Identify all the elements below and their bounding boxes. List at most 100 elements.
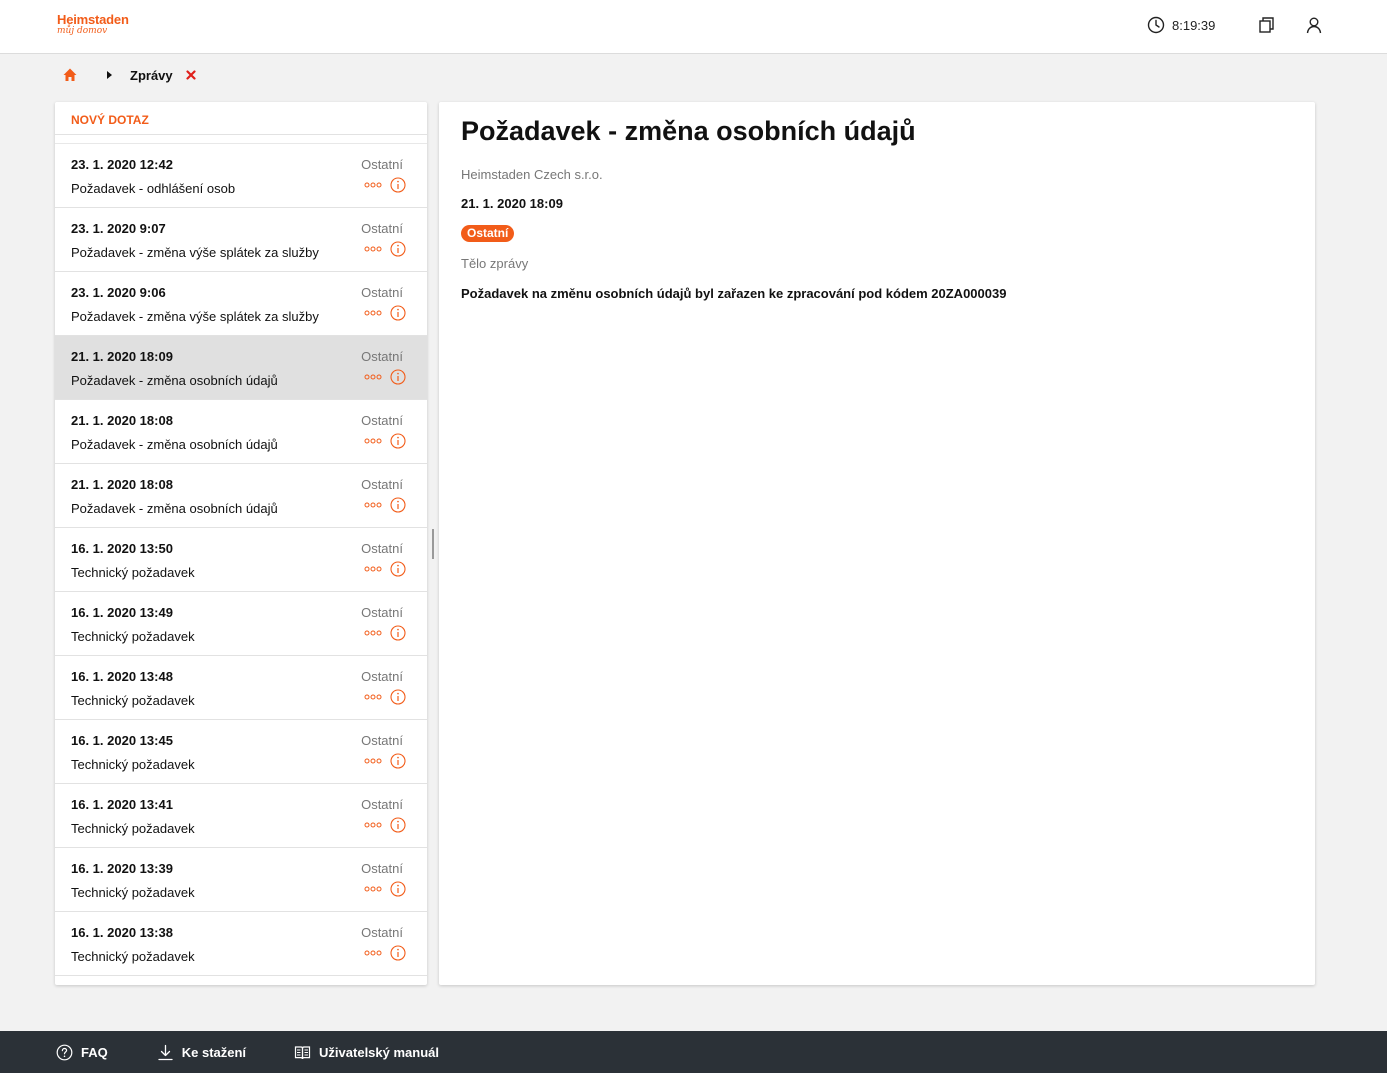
- item-date: 23. 1. 2020 9:06: [71, 285, 166, 300]
- info-icon[interactable]: [390, 177, 406, 193]
- list-item[interactable]: 21. 1. 2020 18:08 Ostatní Požadavek - změn…: [55, 464, 427, 528]
- list-item[interactable]: 16. 1. 2020 13:38 Ostatní Technický požada…: [55, 912, 427, 976]
- item-category: Ostatní: [361, 797, 403, 812]
- more-icon[interactable]: [364, 693, 382, 701]
- more-icon[interactable]: [364, 373, 382, 381]
- item-date: 16. 1. 2020 13:38: [71, 925, 173, 940]
- item-date: 23. 1. 2020 9:07: [71, 221, 166, 236]
- info-icon[interactable]: [390, 497, 406, 513]
- item-subject: Požadavek - změna výše splátek za služby: [71, 245, 319, 260]
- top-bar: Heimstaden můj domov 8:19:39: [0, 0, 1387, 54]
- more-icon[interactable]: [364, 501, 382, 509]
- downloads-label: Ke stažení: [181, 1044, 247, 1060]
- item-date: 21. 1. 2020 18:08: [71, 477, 173, 492]
- category-badge: Ostatní: [461, 225, 515, 242]
- logo-name: Heimstaden: [57, 12, 129, 27]
- list-item[interactable]: 23. 1. 2020 12:42 Ostatní Požadavek - odhl…: [55, 144, 427, 208]
- more-icon[interactable]: [364, 565, 382, 573]
- item-subject: Technický požadavek: [71, 757, 195, 772]
- manual-link[interactable]: Uživatelský manuál: [294, 1044, 439, 1061]
- item-category: Ostatní: [361, 477, 403, 492]
- info-icon[interactable]: [390, 817, 406, 833]
- more-icon[interactable]: [364, 821, 382, 829]
- home-icon[interactable]: [62, 67, 78, 83]
- message-sender: Heimstaden Czech s.r.o.: [461, 167, 603, 182]
- item-subject: Požadavek - změna osobních údajů: [71, 373, 278, 388]
- message-list-panel: NOVÝ DOTAZ 23. 1. 2020 12:42 Ostatní Požad…: [55, 102, 427, 985]
- info-icon[interactable]: [390, 241, 406, 257]
- more-icon[interactable]: [364, 437, 382, 445]
- item-subject: Technický požadavek: [71, 693, 195, 708]
- faq-link[interactable]: FAQ: [56, 1044, 108, 1061]
- message-body-label: Tělo zprávy: [461, 256, 529, 271]
- item-date: 16. 1. 2020 13:50: [71, 541, 173, 556]
- item-subject: Technický požadavek: [71, 821, 195, 836]
- list-item[interactable]: 16. 1. 2020 13:39 Ostatní Technický požada…: [55, 848, 427, 912]
- list-item[interactable]: 23. 1. 2020 9:06 Ostatní Požadavek - změna…: [55, 272, 427, 336]
- list-item[interactable]: 21. 1. 2020 18:08 Ostatní Požadavek - změn…: [55, 400, 427, 464]
- info-icon[interactable]: [390, 561, 406, 577]
- item-category: Ostatní: [361, 925, 403, 940]
- item-category: Ostatní: [361, 669, 403, 684]
- list-item[interactable]: 16. 1. 2020 13:50 Ostatní Technický požada…: [55, 528, 427, 592]
- item-category: Ostatní: [361, 349, 403, 364]
- downloads-link[interactable]: Ke stažení: [157, 1044, 246, 1061]
- info-icon[interactable]: [390, 753, 406, 769]
- message-date: 21. 1. 2020 18:09: [461, 196, 563, 211]
- item-subject: Požadavek - změna osobních údajů: [71, 501, 278, 516]
- item-category: Ostatní: [361, 605, 403, 620]
- item-subject: Požadavek - odhlášení osob: [71, 181, 236, 196]
- list-item[interactable]: 16. 1. 2020 13:41 Ostatní Technický požada…: [55, 784, 427, 848]
- close-icon[interactable]: [186, 70, 196, 80]
- breadcrumb-current[interactable]: Zprávy: [130, 68, 173, 83]
- panel-resize-handle[interactable]: [432, 529, 434, 559]
- item-subject: Požadavek - změna výše splátek za služby: [71, 309, 319, 324]
- manual-label: Uživatelský manuál: [319, 1044, 439, 1060]
- item-category: Ostatní: [361, 861, 403, 876]
- download-icon: [158, 1044, 173, 1060]
- item-date: 16. 1. 2020 13:45: [71, 733, 173, 748]
- session-timer: 8:19:39: [1172, 17, 1216, 33]
- more-icon[interactable]: [364, 181, 382, 189]
- header-tools: 8:19:39: [1147, 15, 1323, 35]
- list-item[interactable]: 23. 1. 2020 9:07 Ostatní Požadavek - změna…: [55, 208, 427, 272]
- more-icon[interactable]: [364, 309, 382, 317]
- help-icon: [56, 1044, 73, 1060]
- item-date: 16. 1. 2020 13:39: [71, 861, 173, 876]
- info-icon[interactable]: [390, 945, 406, 961]
- item-category: Ostatní: [361, 413, 403, 428]
- book-icon: [294, 1045, 311, 1059]
- more-icon[interactable]: [364, 245, 382, 253]
- item-subject: Technický požadavek: [71, 565, 195, 580]
- item-date: 23. 1. 2020 12:42: [71, 157, 173, 172]
- item-subject: Technický požadavek: [71, 885, 195, 900]
- user-icon[interactable]: [1305, 16, 1323, 34]
- new-query-button[interactable]: NOVÝ DOTAZ: [55, 102, 427, 135]
- more-icon[interactable]: [364, 885, 382, 893]
- more-icon[interactable]: [364, 757, 382, 765]
- info-icon[interactable]: [390, 305, 406, 321]
- chevron-right-icon: [107, 71, 112, 79]
- more-icon[interactable]: [364, 949, 382, 957]
- list-item[interactable]: 16. 1. 2020 13:45 Ostatní Technický požada…: [55, 720, 427, 784]
- list-item[interactable]: 16. 1. 2020 13:49 Ostatní Technický požada…: [55, 592, 427, 656]
- info-icon[interactable]: [390, 689, 406, 705]
- info-icon[interactable]: [390, 369, 406, 385]
- more-icon[interactable]: [364, 629, 382, 637]
- logo-tagline: můj domov: [57, 26, 108, 36]
- item-category: Ostatní: [361, 221, 403, 236]
- info-icon[interactable]: [390, 433, 406, 449]
- item-category: Ostatní: [361, 157, 403, 172]
- breadcrumb: Zprávy: [62, 66, 196, 84]
- info-icon[interactable]: [390, 881, 406, 897]
- item-date: 21. 1. 2020 18:08: [71, 413, 173, 428]
- message-title: Požadavek - změna osobních údajů: [461, 116, 916, 146]
- list-item[interactable]: 21. 1. 2020 18:09 Ostatní Požadavek - změn…: [55, 336, 427, 400]
- list-item[interactable]: 16. 1. 2020 13:48 Ostatní Technický požada…: [55, 656, 427, 720]
- info-icon[interactable]: [390, 625, 406, 641]
- heimstaden-logo[interactable]: Heimstaden můj domov: [57, 13, 129, 36]
- item-category: Ostatní: [361, 733, 403, 748]
- copy-icon[interactable]: [1257, 16, 1275, 34]
- item-date: 16. 1. 2020 13:49: [71, 605, 173, 620]
- message-list[interactable]: 23. 1. 2020 12:42 Ostatní Požadavek - odhl…: [55, 143, 427, 985]
